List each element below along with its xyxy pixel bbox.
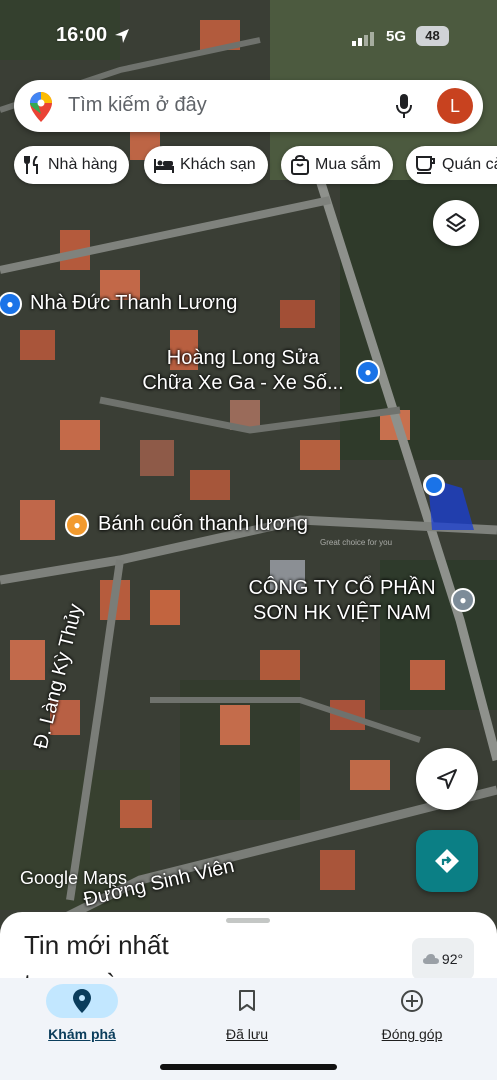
watermark-text: Great choice for you xyxy=(320,538,392,547)
directions-icon xyxy=(435,849,459,873)
home-indicator[interactable] xyxy=(160,1064,337,1070)
location-pin-icon xyxy=(73,989,91,1013)
tab-saved-pill xyxy=(211,984,283,1018)
layers-icon xyxy=(446,213,466,232)
chip-label: Mua sắm xyxy=(315,156,381,173)
fork-knife-icon xyxy=(24,156,42,174)
chip-label: Khách sạn xyxy=(180,156,256,173)
chip-hotels[interactable]: Khách sạn xyxy=(144,146,268,184)
google-maps-logo: Google Maps xyxy=(20,868,128,888)
location-arrow-icon xyxy=(115,29,129,43)
status-time: 16:00 xyxy=(56,24,108,46)
status-bar: 16:00 5G 48 xyxy=(0,20,497,54)
map-label-cong-ty-line1: CÔNG TY CỔ PHẦN xyxy=(248,577,436,599)
weather-temperature: 92° xyxy=(441,951,464,967)
map-label-cong-ty[interactable]: CÔNG TY CỔ PHẦN SƠN HK VIỆT NAM xyxy=(236,576,448,626)
bed-icon xyxy=(154,157,174,173)
map-label-banh-cuon[interactable]: Bánh cuốn thanh lương xyxy=(98,513,308,536)
tab-explore-label: Khám phá xyxy=(48,1026,116,1042)
chip-cafes[interactable]: Quán cà xyxy=(406,146,497,184)
tab-contribute-pill xyxy=(376,984,448,1018)
directions-button[interactable] xyxy=(416,830,478,892)
search-input[interactable]: Tìm kiếm ở đây xyxy=(68,94,207,117)
add-circle-icon xyxy=(401,990,423,1012)
chip-restaurants[interactable]: Nhà hàng xyxy=(14,146,130,184)
weather-chip[interactable]: 92° xyxy=(412,938,474,980)
my-location-button[interactable] xyxy=(416,748,478,810)
tab-explore-pill xyxy=(46,984,118,1018)
tab-explore[interactable]: Khám phá xyxy=(17,978,147,1042)
battery-indicator: 48 xyxy=(416,26,449,46)
google-maps-pin-icon xyxy=(30,92,52,122)
poi-banh-cuon-icon[interactable]: ● xyxy=(65,513,89,537)
search-bar[interactable]: Tìm kiếm ở đây L xyxy=(14,80,483,132)
chip-label: Nhà hàng xyxy=(48,156,118,173)
network-type: 5G xyxy=(386,28,407,45)
map-label-hoang-long-line2: Chữa Xe Ga - Xe Số... xyxy=(142,372,344,394)
layers-button[interactable] xyxy=(433,200,479,246)
tab-saved[interactable]: Đã lưu xyxy=(182,978,312,1042)
signal-bars-icon xyxy=(352,32,374,46)
coffee-cup-icon xyxy=(416,156,436,174)
navigation-arrow-icon xyxy=(437,769,457,789)
shopping-bag-icon xyxy=(291,155,309,175)
cloud-icon xyxy=(422,951,439,967)
chip-shopping[interactable]: Mua sắm xyxy=(281,146,393,184)
sheet-drag-handle[interactable] xyxy=(226,918,270,923)
tab-contribute[interactable]: Đóng góp xyxy=(347,978,477,1042)
poi-cong-ty-icon[interactable]: ● xyxy=(451,588,475,612)
avatar[interactable]: L xyxy=(437,88,473,124)
map-label-hoang-long-line1: Hoàng Long Sửa xyxy=(166,347,320,369)
chip-label: Quán cà xyxy=(442,156,497,173)
poi-hoang-long-icon[interactable]: ● xyxy=(356,360,380,384)
map-label-nha-duc[interactable]: Nhà Đức Thanh Lương xyxy=(30,292,237,315)
tab-saved-label: Đã lưu xyxy=(225,1026,269,1042)
bookmark-icon xyxy=(239,990,255,1011)
tab-contribute-label: Đóng góp xyxy=(381,1026,443,1042)
microphone-icon[interactable] xyxy=(395,94,413,118)
map-label-cong-ty-line2: SƠN HK VIỆT NAM xyxy=(253,602,431,624)
map-label-hoang-long[interactable]: Hoàng Long Sửa Chữa Xe Ga - Xe Số... xyxy=(134,346,352,396)
